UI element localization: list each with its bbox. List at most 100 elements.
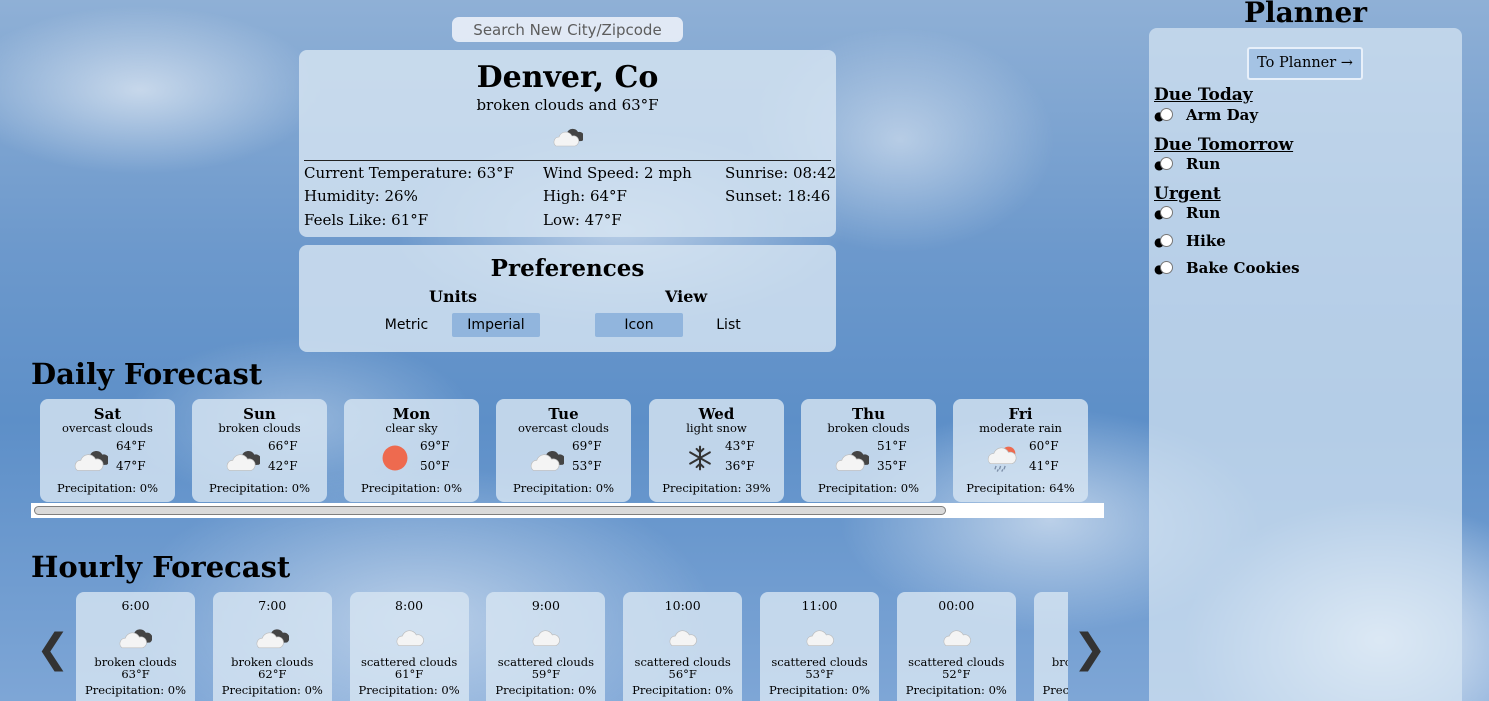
city-name: Denver, Co (476, 60, 659, 95)
task-label: Run (1186, 155, 1221, 173)
day-high: 69°F (572, 439, 602, 453)
hour-card: 8:00 scattered clouds 61°F Precipitation: 0… (349, 592, 469, 701)
bullet-icon: ● (1154, 158, 1164, 172)
day-low: 41°F (1029, 459, 1059, 473)
preferences-title: Preferences (490, 255, 645, 282)
planner-item[interactable]: ● Bake Cookies (1154, 259, 1300, 277)
broken-clouds-icon (256, 629, 289, 649)
day-condition: moderate rain (979, 421, 1062, 435)
day-high: 60°F (1029, 439, 1059, 453)
task-radio[interactable] (1160, 108, 1173, 121)
day-precipitation: Precipitation: 39% (662, 481, 771, 495)
low-temp: Low: 47°F (543, 211, 622, 229)
day-card: Sun broken clouds 66°F 42°F Precipitation: 0… (192, 399, 327, 502)
day-high: 66°F (268, 439, 298, 453)
hour-precipitation: Precipitation: 0% (84, 683, 187, 697)
day-precipitation: Precipitation: 0% (817, 481, 920, 495)
scattered-clouds-icon (669, 630, 698, 647)
hour-card: 00:00 scattered clouds 52°F Precipitation: … (896, 592, 1016, 701)
humidity: Humidity: 26% (304, 187, 418, 205)
planner-item[interactable]: ● Arm Day (1154, 106, 1258, 124)
day-low: 36°F (725, 459, 755, 473)
hour-temperature: 56°F (668, 667, 697, 681)
planner-item[interactable]: ● Run (1154, 204, 1220, 222)
broken-clouds-icon (226, 450, 260, 471)
task-label: Arm Day (1186, 106, 1259, 124)
bullet-icon: ● (1154, 109, 1164, 123)
day-low: 50°F (420, 459, 450, 473)
scattered-clouds-icon (806, 630, 834, 647)
units-label: Units (429, 287, 478, 306)
day-card: Thu broken clouds 51°F 35°F Precipitation: 0… (801, 399, 936, 502)
hour-card: 9:00 scattered clouds 59°F Precipitation: 0… (486, 592, 606, 701)
planner-item[interactable]: ● Run (1154, 155, 1220, 173)
preferences-card: Preferences Units View Metric Imperial I… (299, 245, 836, 352)
high-temp: High: 64°F (543, 187, 627, 205)
view-list-button[interactable]: List (706, 313, 751, 337)
hour-temperature: 63°F (121, 667, 150, 681)
day-condition: overcast clouds (62, 421, 153, 435)
task-label: Run (1186, 204, 1221, 222)
view-icon-button[interactable]: Icon (595, 313, 683, 337)
hourly-next-arrow[interactable]: ❯ (1073, 626, 1107, 672)
broken-clouds-icon (835, 450, 869, 471)
wind-speed: Wind Speed: 2 mph (543, 164, 692, 182)
hour-card: broken clouds Precipitation: 0% (1033, 592, 1068, 701)
planner-panel: To Planner → Due Today ● Arm Day Due Tomo… (1149, 28, 1462, 701)
due-today-heading: Due Today (1154, 85, 1253, 105)
day-condition: broken clouds (827, 421, 910, 435)
hourly-forecast-title: Hourly Forecast (31, 550, 291, 584)
day-low: 47°F (116, 459, 146, 473)
due-tomorrow-heading: Due Tomorrow (1154, 135, 1294, 155)
broken-clouds-icon (553, 128, 583, 147)
day-card: Mon clear sky 69°F 50°F Precipitation: 0% (344, 399, 479, 502)
task-radio[interactable] (1160, 234, 1173, 247)
day-card: Wed light snow 43°F 36°F Precipitation: 39% (649, 399, 784, 502)
scattered-clouds-icon (943, 630, 971, 647)
day-precipitation: Precipitation: 0% (208, 481, 311, 495)
sun-icon (382, 445, 408, 471)
hour-precipitation: Precipitation: 0% (495, 683, 597, 697)
day-condition: clear sky (385, 421, 438, 435)
hourly-forecast-row: 6:00 broken clouds 63°F Precipitation: 0% 7:… (76, 592, 1068, 701)
day-condition: broken clouds (218, 421, 301, 435)
planner-item[interactable]: ● Hike (1154, 232, 1226, 250)
snowflake-icon (689, 445, 711, 471)
day-low: 35°F (877, 459, 907, 473)
planner-title: Planner (1243, 0, 1368, 29)
day-condition: overcast clouds (518, 421, 609, 435)
task-radio[interactable] (1160, 206, 1173, 219)
day-high: 69°F (420, 439, 450, 453)
divider (304, 160, 831, 161)
broken-clouds-icon (530, 450, 564, 471)
day-precipitation: Precipitation: 64% (966, 481, 1075, 495)
day-card: Tue overcast clouds 69°F 53°F Precipitation:… (496, 399, 631, 502)
hour-precipitation: Precipitation: 0% (358, 683, 460, 697)
hour-time: 11:00 (801, 598, 838, 613)
bullet-icon: ● (1154, 207, 1164, 221)
day-high: 51°F (877, 439, 907, 453)
bullet-icon: ● (1154, 262, 1164, 276)
hour-time: 10:00 (664, 598, 701, 613)
hour-condition: broken clouds (1051, 655, 1068, 669)
rain-icon (987, 446, 1017, 472)
task-radio[interactable] (1160, 157, 1173, 170)
day-precipitation: Precipitation: 0% (360, 481, 463, 495)
hourly-prev-arrow[interactable]: ❮ (36, 626, 70, 672)
task-radio[interactable] (1160, 261, 1173, 274)
hour-precipitation: Precipitation: 0% (1042, 683, 1068, 697)
daily-scrollbar-thumb[interactable] (34, 506, 946, 515)
hour-temperature: 52°F (942, 667, 971, 681)
search-input[interactable] (452, 17, 683, 42)
hour-precipitation: Precipitation: 0% (221, 683, 323, 697)
scattered-clouds-icon (532, 630, 561, 647)
day-precipitation: Precipitation: 0% (56, 481, 159, 495)
sunrise: Sunrise: 08:42 (725, 164, 837, 182)
task-label: Hike (1186, 232, 1226, 250)
hour-time: 8:00 (395, 598, 424, 613)
to-planner-button[interactable]: To Planner → (1247, 47, 1363, 80)
units-imperial-button[interactable]: Imperial (452, 313, 540, 337)
units-metric-button[interactable]: Metric (379, 313, 434, 337)
bullet-icon: ● (1154, 235, 1164, 249)
scattered-clouds-icon (396, 630, 424, 647)
